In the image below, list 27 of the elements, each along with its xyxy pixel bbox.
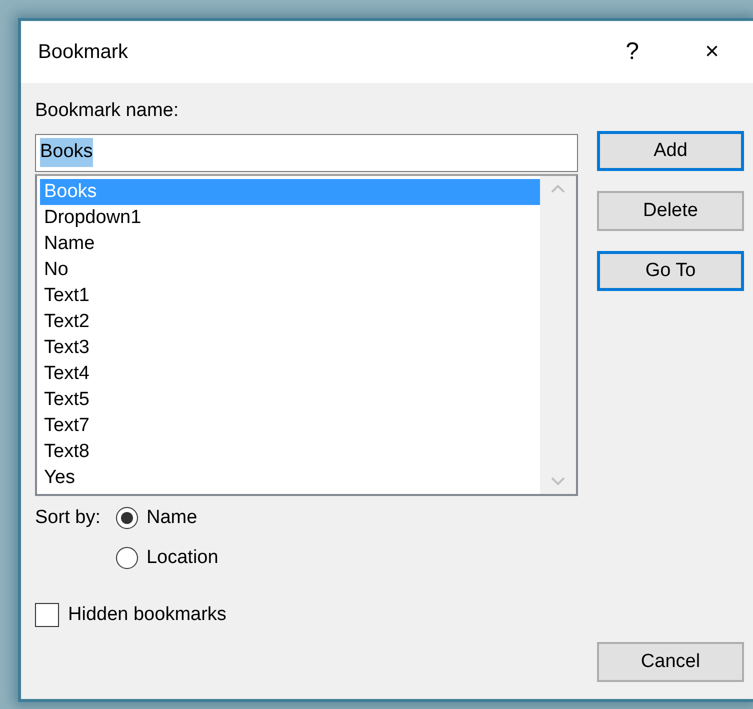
cancel-button[interactable]: Cancel bbox=[597, 642, 744, 682]
list-item[interactable]: Dropdown1 bbox=[40, 204, 540, 230]
hidden-bookmarks-checkbox[interactable] bbox=[35, 602, 59, 627]
list-item[interactable]: Text4 bbox=[40, 360, 540, 386]
list-item[interactable]: Name bbox=[40, 230, 540, 256]
list-item[interactable]: Text3 bbox=[40, 334, 540, 360]
close-button[interactable]: × bbox=[704, 40, 719, 64]
window-title: Bookmark bbox=[38, 40, 128, 65]
checkbox-label[interactable]: Hidden bookmarks bbox=[68, 600, 226, 629]
dialog-button[interactable]: Delete bbox=[597, 191, 744, 231]
list-item[interactable]: Yes bbox=[40, 464, 540, 490]
help-button[interactable]: ? bbox=[626, 40, 639, 64]
bookmark-name-field[interactable]: Books bbox=[35, 134, 578, 172]
radio-button[interactable] bbox=[116, 506, 138, 529]
dialog-button[interactable]: Go To bbox=[597, 251, 744, 291]
field-label: Bookmark name: bbox=[35, 99, 180, 123]
sort-by-label: Sort by: bbox=[35, 506, 100, 530]
list-item[interactable]: No bbox=[40, 256, 540, 282]
list-item[interactable]: Text7 bbox=[40, 412, 540, 438]
list-item[interactable]: Text2 bbox=[40, 308, 540, 334]
list-item[interactable]: Text1 bbox=[40, 282, 540, 308]
radio-label[interactable]: Location bbox=[146, 544, 218, 572]
radio-label[interactable]: Name bbox=[146, 504, 198, 532]
list-item[interactable]: Text8 bbox=[40, 438, 540, 464]
radio-button[interactable] bbox=[116, 547, 138, 570]
list-item[interactable]: Text5 bbox=[40, 386, 540, 412]
dialog-button[interactable]: Add bbox=[597, 131, 744, 171]
